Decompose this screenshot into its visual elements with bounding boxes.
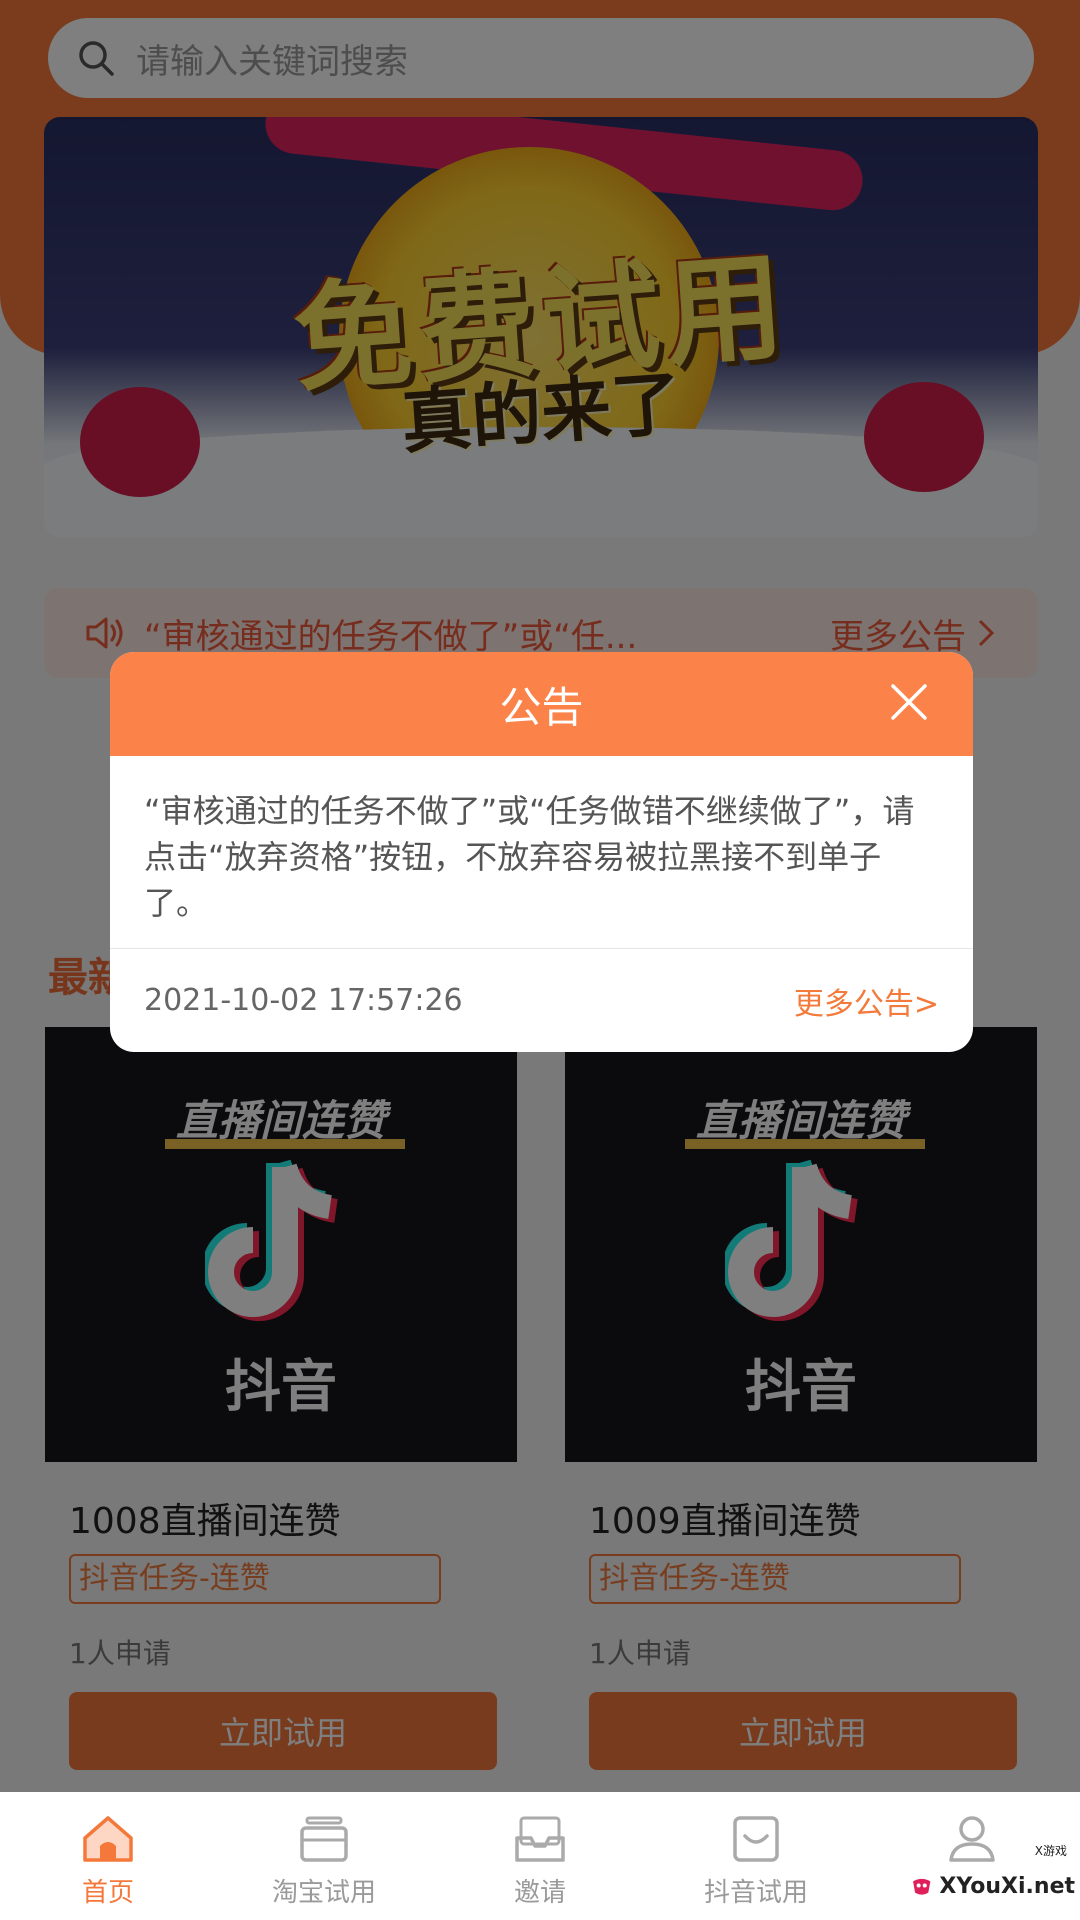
modal-footer: 2021-10-02 17:57:26 更多公告> <box>110 949 973 1052</box>
tray-icon <box>733 1816 779 1862</box>
nav-label: 抖音试用 <box>703 1878 808 1908</box>
nav-label: 首页 <box>81 1878 134 1908</box>
nav-item-taobao-trial[interactable]: 淘宝试用 <box>216 1792 432 1920</box>
modal-title: 公告 <box>499 682 584 732</box>
nav-item-home[interactable]: 首页 <box>0 1792 216 1920</box>
site-watermark: XYouXi.net X游戏 <box>910 1844 1075 1914</box>
box-icon <box>300 1816 348 1862</box>
watermark-text: XYouXi.net <box>939 1873 1075 1899</box>
modal-body: “审核通过的任务不做了”或“任务做错不继续做了”，请点击“放弃资格”按钮，不放弃… <box>144 792 915 922</box>
watermark-logo-icon <box>913 1878 931 1895</box>
announcement-date: 2021-10-02 17:57:26 <box>144 983 463 1018</box>
more-notices-link[interactable]: 更多公告> <box>794 979 939 1023</box>
announcement-modal: 公告 “审核通过的任务不做了”或“任务做错不继续做了”，请点击“放弃资格”按钮，… <box>110 652 973 1052</box>
close-icon[interactable] <box>889 682 929 722</box>
inbox-icon <box>515 1816 565 1862</box>
nav-item-invite[interactable]: 邀请 <box>432 1792 648 1920</box>
nav-label: 邀请 <box>513 1878 566 1908</box>
nav-label: 淘宝试用 <box>271 1878 376 1908</box>
modal-header: 公告 <box>110 652 973 756</box>
watermark-small-text: X游戏 <box>1034 1844 1067 1858</box>
nav-item-douyin-trial[interactable]: 抖音试用 <box>648 1792 864 1920</box>
home-icon <box>83 1816 133 1862</box>
